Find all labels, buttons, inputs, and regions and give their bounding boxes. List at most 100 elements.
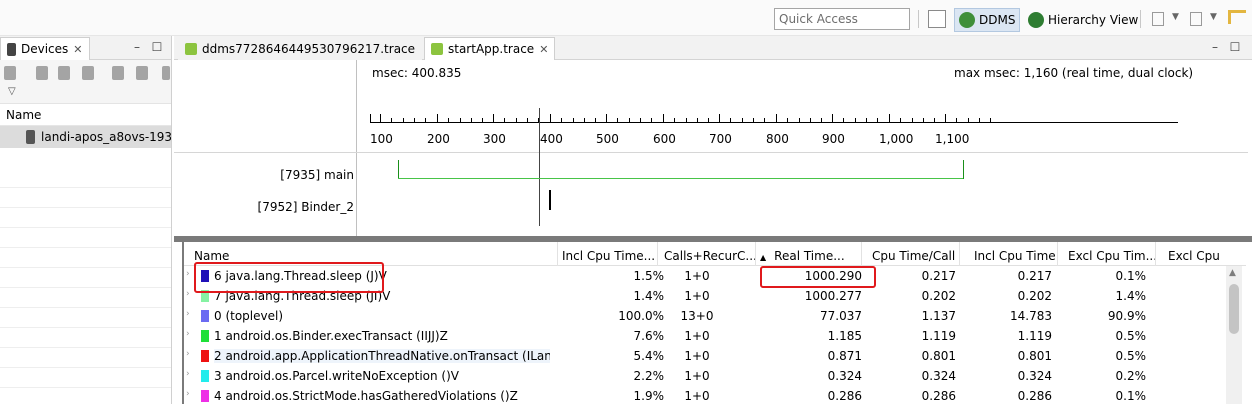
- minor-tick: [855, 118, 856, 123]
- major-tick: [550, 114, 551, 123]
- column-header-cpu-per-call[interactable]: Cpu Time/Call: [862, 242, 960, 266]
- devices-name-header[interactable]: Name: [0, 104, 171, 126]
- download-icon[interactable]: [1152, 12, 1164, 26]
- column-header-real-time[interactable]: ▲ Real Time...: [756, 242, 862, 266]
- binder-thread-mark[interactable]: [549, 190, 551, 210]
- major-tick: [606, 114, 607, 123]
- perspective-hierarchy-view-button[interactable]: Hierarchy View: [1024, 8, 1142, 32]
- major-tick: [945, 114, 946, 123]
- method-name: 1 android.os.Binder.execTransact (IIJJ)Z: [214, 329, 448, 343]
- cell-incl-cpu: 0.217: [1017, 269, 1052, 283]
- dump-hprof-icon[interactable]: [58, 66, 70, 80]
- method-color-swatch: [201, 310, 209, 322]
- debug-icon[interactable]: [4, 66, 16, 80]
- expand-icon[interactable]: ›: [186, 309, 190, 319]
- editor-tabbar: ddms7728646449530796217.trace startApp.t…: [174, 36, 1252, 60]
- scroll-thumb[interactable]: [1229, 284, 1239, 334]
- dropdown-icon[interactable]: ▼: [1172, 12, 1180, 30]
- time-axis: [370, 122, 1178, 123]
- expand-icon[interactable]: ›: [186, 389, 190, 399]
- hierarchy-view-icon: [1028, 12, 1044, 28]
- expand-icon[interactable]: ›: [186, 329, 190, 339]
- cell-incl-cpu-pct: 1.5%: [633, 269, 665, 283]
- minimize-icon[interactable]: –: [130, 40, 144, 54]
- major-tick: [776, 114, 777, 123]
- perspective-ddms-button[interactable]: DDMS: [954, 8, 1021, 32]
- cell-excl-cpu-pct: 0.2%: [1115, 369, 1147, 383]
- column-header-incl-cpu[interactable]: Incl Cpu Time: [960, 242, 1058, 266]
- ddms-icon: [959, 12, 975, 28]
- cell-incl-cpu-pct: 1.4%: [633, 289, 665, 303]
- open-perspective-icon[interactable]: [928, 10, 946, 28]
- trace-editor: ddms7728646449530796217.trace startApp.t…: [174, 36, 1252, 404]
- cell-incl-cpu-pct: 100.0%: [618, 309, 664, 323]
- table-row[interactable]: › 4 android.os.StrictMode.hasGatheredViol…: [184, 386, 1246, 404]
- view-menu-icon[interactable]: ▽: [8, 86, 16, 97]
- timeline-separator: [174, 152, 1248, 153]
- device-name: landi-apos_a8ovs-193: [41, 130, 171, 144]
- update-threads-icon[interactable]: [112, 66, 124, 80]
- minimize-icon[interactable]: –: [1208, 40, 1222, 54]
- stop-process-icon[interactable]: [162, 66, 170, 80]
- scroll-up-icon[interactable]: ▲: [1229, 268, 1236, 278]
- method-profiling-icon[interactable]: [136, 66, 148, 80]
- column-header-incl-cpu-pct[interactable]: Incl Cpu Time...: [558, 242, 658, 266]
- quick-access-input[interactable]: Quick Access: [774, 8, 910, 30]
- minor-tick: [686, 118, 687, 123]
- minor-tick: [425, 118, 426, 123]
- device-row[interactable]: landi-apos_a8ovs-193: [0, 126, 171, 148]
- expand-icon[interactable]: ›: [186, 369, 190, 379]
- dropdown-icon[interactable]: ▼: [1210, 12, 1218, 30]
- table-row[interactable]: › 3 android.os.Parcel.writeNoException ()…: [184, 366, 1246, 386]
- cell-incl-cpu: 0.801: [1017, 349, 1052, 363]
- close-icon[interactable]: ✕: [73, 43, 82, 56]
- minor-tick: [742, 118, 743, 123]
- cell-incl-cpu: 0.202: [1017, 289, 1052, 303]
- cell-cpu-per-call: 0.324: [921, 369, 956, 383]
- cell-excl-cpu-pct: 0.1%: [1115, 269, 1147, 283]
- time-cursor[interactable]: [539, 108, 540, 226]
- minor-tick: [640, 118, 641, 123]
- minor-tick: [968, 118, 969, 123]
- minor-tick: [573, 118, 574, 123]
- table-row[interactable]: › 0 (toplevel) 100.0% 13+0 77.037 1.137 14.783…: [184, 306, 1246, 326]
- upload-icon[interactable]: [1190, 12, 1202, 26]
- column-header-excl-cpu-pct[interactable]: Excl Cpu Tim...: [1058, 242, 1156, 266]
- table-row[interactable]: › 2 android.app.ApplicationThreadNative.o…: [184, 346, 1246, 366]
- cell-real-time: 0.286: [827, 389, 862, 403]
- back-arrow-icon[interactable]: [1228, 10, 1246, 24]
- cell-incl-cpu-pct: 2.2%: [633, 369, 665, 383]
- tab-startapp-trace[interactable]: startApp.trace ✕: [424, 37, 556, 60]
- phone-icon: [7, 42, 16, 56]
- gc-icon[interactable]: [82, 66, 94, 80]
- expand-icon[interactable]: ›: [186, 349, 190, 359]
- maximize-icon[interactable]: ☐: [1228, 40, 1242, 54]
- update-heap-icon[interactable]: [36, 66, 48, 80]
- minor-tick: [979, 118, 980, 123]
- cell-cpu-per-call: 0.286: [921, 389, 956, 403]
- main-thread-bar[interactable]: [398, 178, 964, 179]
- vertical-scrollbar[interactable]: ▲: [1226, 266, 1242, 404]
- close-icon[interactable]: ✕: [539, 43, 548, 56]
- tick-label: 200: [427, 132, 450, 146]
- msec-readout: msec: 400.835: [372, 66, 462, 80]
- minor-tick: [527, 118, 528, 123]
- cell-cpu-per-call: 1.119: [921, 329, 956, 343]
- maximize-icon[interactable]: ☐: [150, 40, 164, 54]
- cell-calls: 13+0: [680, 309, 714, 323]
- minor-tick: [448, 118, 449, 123]
- column-header-excl-cpu[interactable]: Excl Cpu: [1156, 242, 1226, 266]
- cell-incl-cpu-pct: 7.6%: [633, 329, 665, 343]
- minor-tick: [708, 118, 709, 123]
- expand-icon[interactable]: ›: [186, 269, 190, 279]
- tab-ddms-trace[interactable]: ddms7728646449530796217.trace: [178, 37, 423, 60]
- minor-tick: [877, 118, 878, 123]
- minor-tick: [561, 118, 562, 123]
- table-row[interactable]: › 1 android.os.Binder.execTransact (IIJJ)…: [184, 326, 1246, 346]
- column-header-calls[interactable]: Calls+RecurC...: [658, 242, 756, 266]
- expand-icon[interactable]: ›: [186, 289, 190, 299]
- major-tick: [889, 114, 890, 123]
- minor-tick: [799, 118, 800, 123]
- cell-calls: 1+0: [684, 369, 710, 383]
- tab-devices[interactable]: Devices ✕: [0, 37, 90, 60]
